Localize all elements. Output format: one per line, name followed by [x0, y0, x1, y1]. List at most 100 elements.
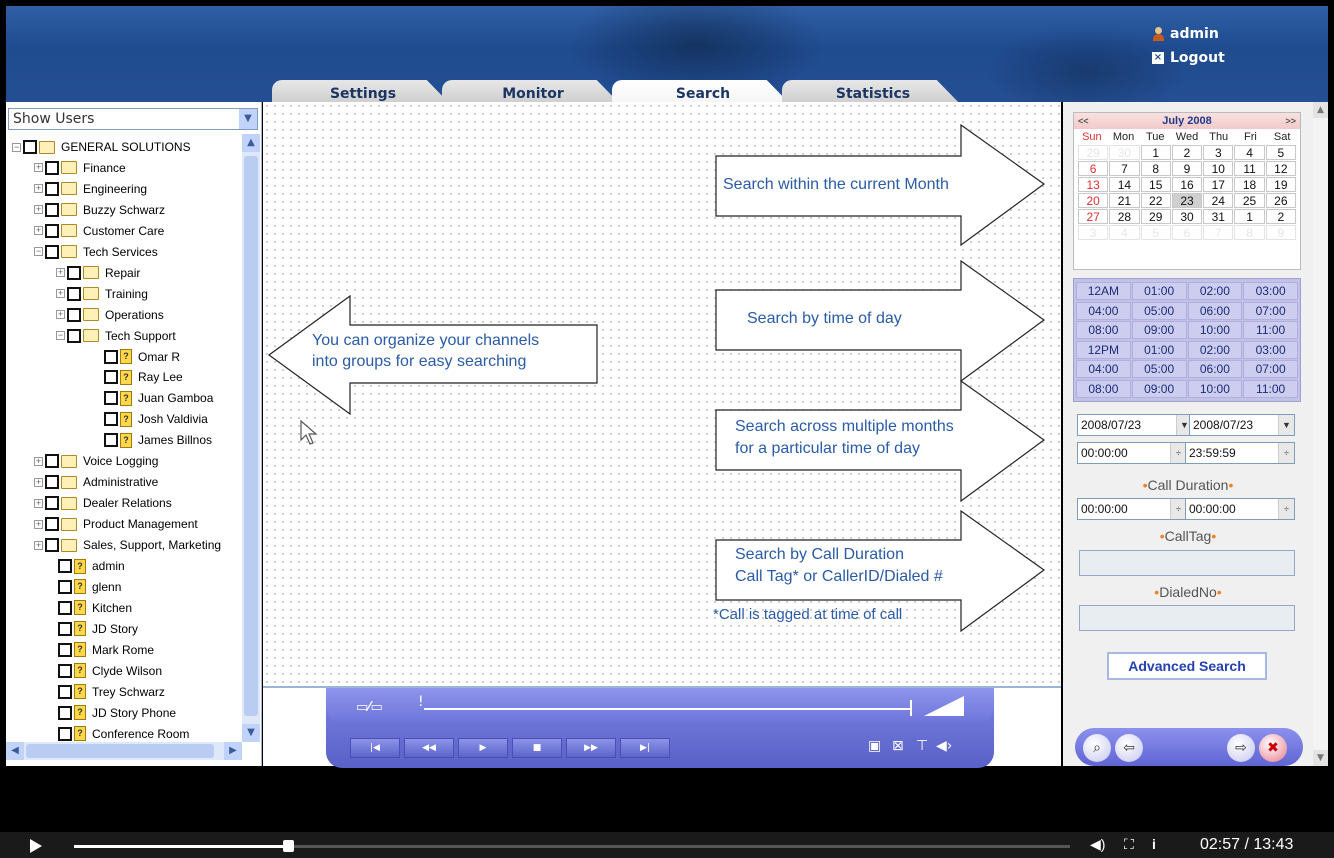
time-slot[interactable]: 05:00	[1131, 360, 1187, 378]
time-slot[interactable]: 09:00	[1131, 379, 1187, 398]
tree-checkbox[interactable]	[67, 307, 81, 322]
spinner-icon[interactable]: ÷	[1170, 443, 1186, 463]
time-slot[interactable]: 02:00	[1187, 282, 1243, 300]
spinner-icon[interactable]: ÷	[1278, 499, 1294, 519]
time-slot[interactable]: 06:00	[1187, 301, 1243, 320]
start-date-select[interactable]: 2008/07/23 ▼	[1077, 414, 1193, 436]
calendar-day[interactable]: 30	[1109, 145, 1140, 160]
scroll-up-icon[interactable]: ▲	[1313, 102, 1328, 118]
calendar-day[interactable]: 30	[1171, 209, 1203, 224]
tree-checkbox[interactable]	[58, 684, 72, 699]
forward-arrow-icon[interactable]: ⇨	[1227, 734, 1255, 762]
spinner-icon[interactable]: ÷	[1278, 443, 1294, 463]
time-slot[interactable]: 02:00	[1187, 340, 1243, 359]
calendar-day[interactable]: 7	[1203, 225, 1234, 240]
prev-month-icon[interactable]: <<	[1078, 113, 1089, 129]
time-slot[interactable]: 12AM	[1076, 282, 1131, 300]
tree-group-node[interactable]: − GENERAL SOLUTIONS	[12, 138, 191, 156]
filter-icon[interactable]: ⊤	[916, 738, 928, 754]
duration-max-stepper[interactable]: 00:00:00 ÷	[1185, 498, 1295, 520]
scrollbar-thumb[interactable]	[244, 156, 258, 716]
calendar-day[interactable]: 4	[1234, 145, 1265, 160]
calendar-day[interactable]: 19	[1265, 177, 1296, 192]
calendar-day[interactable]: 20	[1078, 193, 1109, 208]
play-button[interactable]: ▶	[458, 738, 508, 758]
calendar-day[interactable]: 29	[1078, 145, 1109, 160]
calendar-day[interactable]: 15	[1140, 177, 1171, 192]
calendar-day[interactable]: 23	[1171, 193, 1203, 208]
time-slot[interactable]: 01:00	[1131, 282, 1187, 300]
calendar-day[interactable]: 24	[1203, 193, 1234, 208]
expand-icon[interactable]: +	[56, 310, 65, 320]
end-date-select[interactable]: 2008/07/23 ▼	[1189, 414, 1295, 436]
tree-group-node[interactable]: + Engineering	[34, 180, 147, 198]
tree-checkbox[interactable]	[23, 140, 37, 154]
save-icon[interactable]: ▣	[868, 738, 881, 754]
tree-checkbox[interactable]	[67, 286, 81, 301]
chevron-down-icon[interactable]: ▼	[1278, 415, 1294, 435]
calendar-day[interactable]: 26	[1265, 193, 1296, 208]
tree-group-node[interactable]: + Product Management	[34, 515, 198, 533]
info-icon[interactable]: i	[1152, 836, 1156, 852]
chevron-down-icon[interactable]: ▼	[239, 109, 257, 129]
calendar-day[interactable]: 25	[1234, 193, 1265, 208]
tab-monitor[interactable]: Monitor	[442, 80, 624, 102]
tree-group-node[interactable]: + Buzzy Schwarz	[34, 201, 165, 219]
tree-checkbox[interactable]	[45, 454, 59, 469]
tree-group-node[interactable]: + Administrative	[34, 473, 158, 491]
scroll-up-icon[interactable]: ▲	[242, 134, 260, 152]
calendar-day[interactable]: 12	[1265, 161, 1296, 176]
expand-icon[interactable]: +	[34, 519, 43, 529]
spinner-icon[interactable]: ÷	[1170, 499, 1186, 519]
time-slot[interactable]: 11:00	[1243, 321, 1298, 339]
time-slot[interactable]: 10:00	[1187, 379, 1243, 398]
expand-icon[interactable]: +	[34, 184, 43, 194]
time-slot[interactable]: 11:00	[1243, 379, 1298, 398]
back-arrow-icon[interactable]: ⇦	[1115, 734, 1143, 762]
time-slot[interactable]: 03:00	[1243, 340, 1298, 359]
expand-icon[interactable]: +	[34, 477, 43, 487]
tree-checkbox[interactable]	[45, 223, 59, 238]
tree-vertical-scrollbar[interactable]: ▲ ▼	[242, 134, 260, 742]
tree-checkbox[interactable]	[45, 160, 59, 175]
expand-icon[interactable]: +	[34, 226, 43, 236]
tree-checkbox[interactable]	[104, 349, 118, 364]
tree-checkbox[interactable]	[104, 412, 118, 427]
show-users-select[interactable]: Show Users ▼	[8, 108, 258, 130]
calendar-day[interactable]: 9	[1265, 225, 1296, 240]
tree-checkbox[interactable]	[45, 496, 59, 511]
scroll-right-icon[interactable]: ▶	[224, 742, 242, 760]
time-slot[interactable]: 06:00	[1187, 360, 1243, 378]
scroll-left-icon[interactable]: ◀	[6, 742, 24, 760]
tree-horizontal-scrollbar[interactable]: ◀ ▶	[6, 742, 242, 760]
dialedno-input[interactable]	[1079, 605, 1295, 631]
tree-checkbox[interactable]	[67, 328, 81, 343]
calendar-day[interactable]: 9	[1171, 161, 1203, 176]
tree-checkbox[interactable]	[45, 202, 59, 217]
volume-slider-icon[interactable]	[924, 696, 964, 716]
player-seek-track[interactable]	[424, 708, 910, 710]
tree-group-node[interactable]: + Voice Logging	[34, 452, 158, 470]
expand-icon[interactable]: +	[34, 540, 43, 550]
tree-checkbox[interactable]	[58, 726, 72, 741]
scroll-down-icon[interactable]: ▼	[1313, 750, 1328, 766]
calendar-day[interactable]: 21	[1109, 193, 1140, 208]
video-play-icon[interactable]	[30, 839, 42, 853]
calendar-day[interactable]: 16	[1171, 177, 1203, 192]
calendar-day[interactable]: 18	[1234, 177, 1265, 192]
tree-user-node[interactable]: ? Omar R	[104, 348, 180, 366]
duration-min-stepper[interactable]: 00:00:00 ÷	[1077, 498, 1187, 520]
tree-checkbox[interactable]	[58, 642, 72, 657]
expand-icon[interactable]: +	[56, 289, 65, 299]
tree-checkbox[interactable]	[58, 663, 72, 678]
search-icon[interactable]: ⌕	[1083, 734, 1111, 762]
tree-group-node[interactable]: + Repair	[56, 264, 140, 282]
tree-user-node[interactable]: ? Josh Valdivia	[104, 410, 208, 428]
tab-search[interactable]: Search	[612, 80, 794, 102]
tree-user-node[interactable]: ? Trey Schwarz	[58, 683, 165, 701]
calendar-day[interactable]: 8	[1140, 161, 1171, 176]
calendar-day[interactable]: 3	[1078, 225, 1109, 240]
stop-button[interactable]: ■	[512, 738, 562, 758]
calendar-day[interactable]: 29	[1140, 209, 1171, 224]
skip-end-button[interactable]: ▶|	[620, 738, 670, 758]
